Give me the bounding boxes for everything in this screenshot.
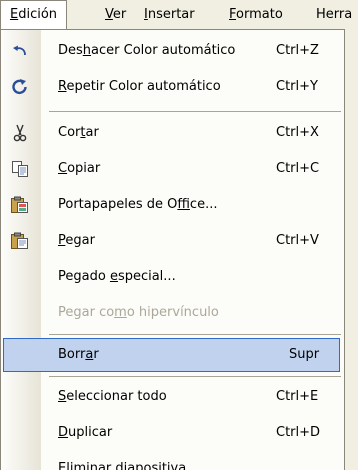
- menu-item-shortcut: Ctrl+D: [276, 425, 321, 440]
- menu-insertar[interactable]: Insertar: [135, 0, 204, 30]
- menu-item-shortcut: Ctrl+C: [276, 161, 320, 176]
- menu-item-label: Pegado especial...: [58, 269, 176, 284]
- menu-item-cut[interactable]: Cortar Ctrl+X: [1, 115, 344, 151]
- copy-icon: [10, 160, 30, 178]
- menu-item-label: Deshacer Color automático: [58, 43, 236, 58]
- scissors-icon: [10, 124, 30, 142]
- menu-item-undo[interactable]: Deshacer Color automático Ctrl+Z: [1, 33, 344, 69]
- menu-item-label: Eliminar diapositiva: [58, 461, 187, 470]
- menu-item-redo[interactable]: Repetir Color automático Ctrl+Y: [1, 69, 344, 105]
- edit-dropdown-menu: Deshacer Color automático Ctrl+Z Repetir…: [0, 29, 345, 470]
- menu-item-shortcut: Ctrl+Y: [276, 79, 318, 94]
- menu-bar: Edición Ver Insertar Formato Herra: [0, 0, 358, 30]
- menu-item-label: Pegar como hipervínculo: [58, 305, 219, 320]
- menu-item-label: Seleccionar todo: [58, 389, 167, 404]
- redo-icon: [10, 78, 30, 96]
- menu-edicion[interactable]: Edición: [0, 0, 68, 30]
- menu-item-duplicate[interactable]: Duplicar Ctrl+D: [1, 415, 344, 451]
- menu-item-label: Duplicar: [58, 425, 113, 440]
- separator: [49, 334, 341, 335]
- menu-accelerator: F: [229, 7, 237, 22]
- separator: [49, 376, 341, 377]
- undo-icon: [10, 42, 30, 60]
- menu-herramientas[interactable]: Herra: [307, 0, 358, 30]
- menu-label: dición: [18, 7, 58, 22]
- menu-item-label: Borrar: [58, 347, 99, 362]
- menu-label: Herra: [316, 7, 353, 22]
- menu-label: nsertar: [147, 7, 195, 22]
- menu-item-label: Repetir Color automático: [58, 79, 221, 94]
- separator: [49, 111, 341, 112]
- menu-item-paste[interactable]: Pegar Ctrl+V: [1, 223, 344, 259]
- menu-label: er: [112, 7, 127, 22]
- menu-item-shortcut: Supr: [289, 347, 320, 362]
- menu-item-label: Portapapeles de Office...: [58, 197, 218, 212]
- menu-item-shortcut: Ctrl+E: [276, 389, 319, 404]
- menu-label: ormato: [236, 7, 283, 22]
- menu-item-label: Copiar: [58, 161, 101, 176]
- paste-icon: [10, 232, 30, 250]
- menu-item-select-all[interactable]: Seleccionar todo Ctrl+E: [1, 379, 344, 415]
- menu-accelerator: V: [105, 7, 113, 22]
- menu-item-office-clipboard[interactable]: Portapapeles de Office...: [1, 187, 344, 223]
- menu-item-label: Pegar: [58, 233, 95, 248]
- menu-item-clear[interactable]: Borrar Supr: [1, 337, 344, 373]
- menu-item-label: Cortar: [58, 125, 99, 140]
- menu-item-shortcut: Ctrl+Z: [276, 43, 319, 58]
- menu-item-paste-as-hyperlink: Pegar como hipervínculo: [1, 295, 344, 331]
- menu-accelerator: E: [10, 7, 19, 22]
- menu-formato[interactable]: Formato: [220, 0, 292, 30]
- menu-item-delete-slide[interactable]: Eliminar diapositiva: [1, 451, 344, 470]
- menu-item-copy[interactable]: Copiar Ctrl+C: [1, 151, 344, 187]
- office-clipboard-icon: [10, 196, 30, 214]
- menu-item-paste-special[interactable]: Pegado especial...: [1, 259, 344, 295]
- menu-item-shortcut: Ctrl+X: [276, 125, 319, 140]
- menu-item-shortcut: Ctrl+V: [276, 233, 319, 248]
- menu-ver[interactable]: Ver: [96, 0, 135, 30]
